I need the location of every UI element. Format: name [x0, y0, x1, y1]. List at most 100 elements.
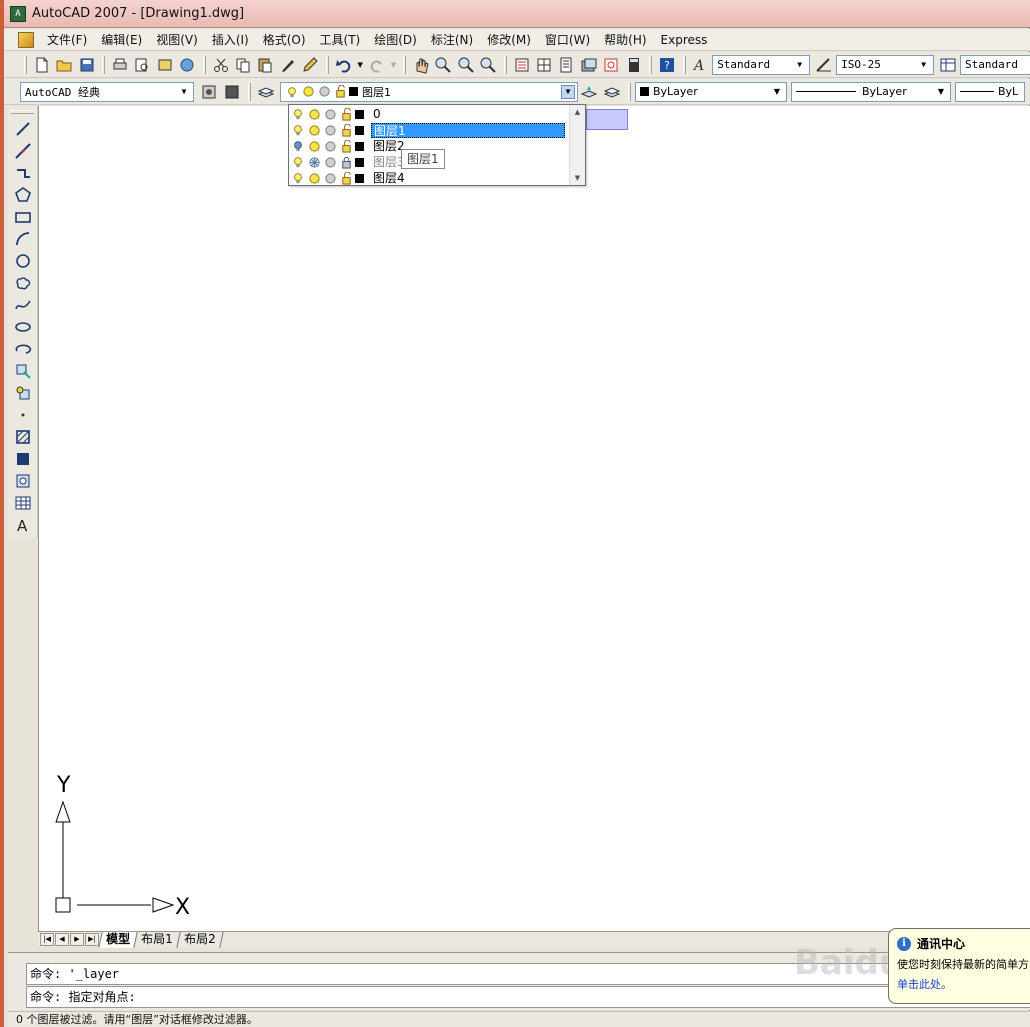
ellipse-icon[interactable]: [12, 316, 34, 338]
document-icon[interactable]: [18, 31, 34, 48]
drawing-canvas[interactable]: Y X: [38, 106, 1030, 932]
title-bar[interactable]: A AutoCAD 2007 - [Drawing1.dwg]: [4, 0, 1030, 28]
layer-color-swatch[interactable]: [355, 157, 364, 167]
layer-properties-manager-icon[interactable]: [255, 81, 277, 103]
viewport-sun-icon[interactable]: [323, 155, 337, 169]
layer-color-swatch[interactable]: [355, 109, 364, 119]
viewport-sun-icon[interactable]: [323, 139, 337, 153]
sun-thawed-icon[interactable]: [307, 123, 321, 137]
menu-format[interactable]: 格式(O): [256, 29, 313, 51]
lightbulb-off-icon[interactable]: [291, 139, 305, 153]
menu-modify[interactable]: 修改(M): [480, 29, 538, 51]
balloon-link[interactable]: 单击此处。: [897, 976, 1029, 992]
chevron-down-icon[interactable]: ▼: [177, 85, 191, 99]
construction-line-icon[interactable]: [12, 140, 34, 162]
next-tab-icon[interactable]: ▶: [70, 933, 84, 946]
layer-previous-icon[interactable]: [601, 81, 623, 103]
cut-icon[interactable]: [210, 54, 231, 76]
menu-file[interactable]: 文件(F): [40, 29, 94, 51]
menu-dimension[interactable]: 标注(N): [424, 29, 480, 51]
zoom-previous-icon[interactable]: [477, 54, 498, 76]
menu-tools[interactable]: 工具(T): [313, 29, 368, 51]
new-icon[interactable]: [31, 54, 52, 76]
make-block-icon[interactable]: [12, 382, 34, 404]
help-icon[interactable]: ?: [656, 54, 677, 76]
menu-express[interactable]: Express: [654, 29, 715, 51]
undo-dropdown-icon[interactable]: ▼: [355, 54, 365, 76]
sheet-set-icon[interactable]: [578, 54, 599, 76]
unlocked-icon[interactable]: [339, 139, 353, 153]
workspace-save-icon[interactable]: [221, 81, 243, 103]
menu-view[interactable]: 视图(V): [149, 29, 205, 51]
sun-thawed-icon[interactable]: [307, 139, 321, 153]
markup-icon[interactable]: [601, 54, 622, 76]
sun-thawed-icon[interactable]: [307, 107, 321, 121]
lightbulb-on-icon[interactable]: [291, 107, 305, 121]
redo-dropdown-icon[interactable]: ▼: [389, 54, 399, 76]
chevron-down-icon[interactable]: ▼: [793, 58, 807, 72]
arc-icon[interactable]: [12, 228, 34, 250]
scroll-down-icon[interactable]: ▼: [570, 171, 585, 185]
last-tab-icon[interactable]: ▶|: [85, 933, 99, 946]
workspace-settings-icon[interactable]: [198, 81, 220, 103]
tool-palettes-icon[interactable]: [556, 54, 577, 76]
chevron-down-icon[interactable]: ▼: [917, 58, 931, 72]
toolbar-grip[interactable]: [628, 82, 631, 101]
dim-style-icon[interactable]: [814, 54, 835, 76]
snowflake-frozen-icon[interactable]: [307, 155, 321, 169]
chevron-down-icon[interactable]: ▼: [561, 84, 575, 99]
layer-dropdown-list[interactable]: 0 图层1 图层2 图层3 图层4 ▲ ▼: [288, 104, 586, 186]
zoom-realtime-icon[interactable]: [433, 54, 454, 76]
layer-select[interactable]: 图层1 ▼: [280, 81, 578, 102]
spline-icon[interactable]: [12, 294, 34, 316]
multiline-text-icon[interactable]: A: [12, 514, 34, 536]
menu-window[interactable]: 窗口(W): [538, 29, 597, 51]
menu-insert[interactable]: 插入(I): [205, 29, 256, 51]
viewport-sun-icon[interactable]: [323, 107, 337, 121]
insert-block-icon[interactable]: [12, 360, 34, 382]
menu-draw[interactable]: 绘图(D): [367, 29, 424, 51]
lightbulb-on-icon[interactable]: [291, 171, 305, 185]
workspace-select[interactable]: AutoCAD 经典 ▼: [20, 81, 194, 102]
layer-item-0[interactable]: 0: [291, 106, 573, 122]
tab-layout2[interactable]: 布局2: [175, 931, 223, 948]
region-icon[interactable]: [12, 470, 34, 492]
prev-tab-icon[interactable]: ◀: [55, 933, 69, 946]
linetype-select[interactable]: ByLayer ▼: [791, 81, 951, 102]
toolbar-grip[interactable]: [24, 55, 27, 74]
revision-cloud-icon[interactable]: [12, 272, 34, 294]
autocad-app-icon[interactable]: A: [10, 5, 26, 22]
toolbar-grip[interactable]: [248, 82, 251, 101]
text-style-icon[interactable]: A: [690, 54, 711, 76]
gradient-icon[interactable]: [12, 448, 34, 470]
lineweight-select[interactable]: ByL: [955, 81, 1025, 102]
lightbulb-on-icon[interactable]: [291, 155, 305, 169]
communication-center-balloon[interactable]: i 通讯中心 使您时刻保持最新的简单方 单击此处。: [888, 928, 1030, 1004]
match-properties-icon[interactable]: [277, 54, 298, 76]
tab-layout1[interactable]: 布局1: [133, 931, 181, 948]
rectangle-icon[interactable]: [12, 206, 34, 228]
polygon-icon[interactable]: [12, 184, 34, 206]
pan-icon[interactable]: [410, 54, 431, 76]
publish-icon[interactable]: [154, 54, 175, 76]
table-style-icon[interactable]: [938, 54, 959, 76]
command-input[interactable]: 命令: 指定对角点:: [26, 986, 1030, 1008]
zoom-window-icon[interactable]: [455, 54, 476, 76]
dim-style-select[interactable]: ISO-25 ▼: [836, 54, 934, 75]
hatch-icon[interactable]: [12, 426, 34, 448]
lightbulb-on-icon[interactable]: [291, 123, 305, 137]
plot-icon[interactable]: [109, 54, 130, 76]
unlocked-icon[interactable]: [339, 123, 353, 137]
design-center-icon[interactable]: [533, 54, 554, 76]
circle-icon[interactable]: [12, 250, 34, 272]
viewport-sun-icon[interactable]: [323, 171, 337, 185]
tab-model[interactable]: 模型: [98, 931, 138, 948]
menu-help[interactable]: 帮助(H): [597, 29, 653, 51]
polyline-icon[interactable]: [12, 162, 34, 184]
menu-edit[interactable]: 编辑(E): [94, 29, 149, 51]
table-style-select[interactable]: Standard: [960, 54, 1030, 75]
undo-icon[interactable]: [333, 54, 354, 76]
layer-color-swatch[interactable]: [355, 173, 364, 183]
redo-icon[interactable]: [366, 54, 387, 76]
chevron-down-icon[interactable]: ▼: [934, 85, 948, 99]
